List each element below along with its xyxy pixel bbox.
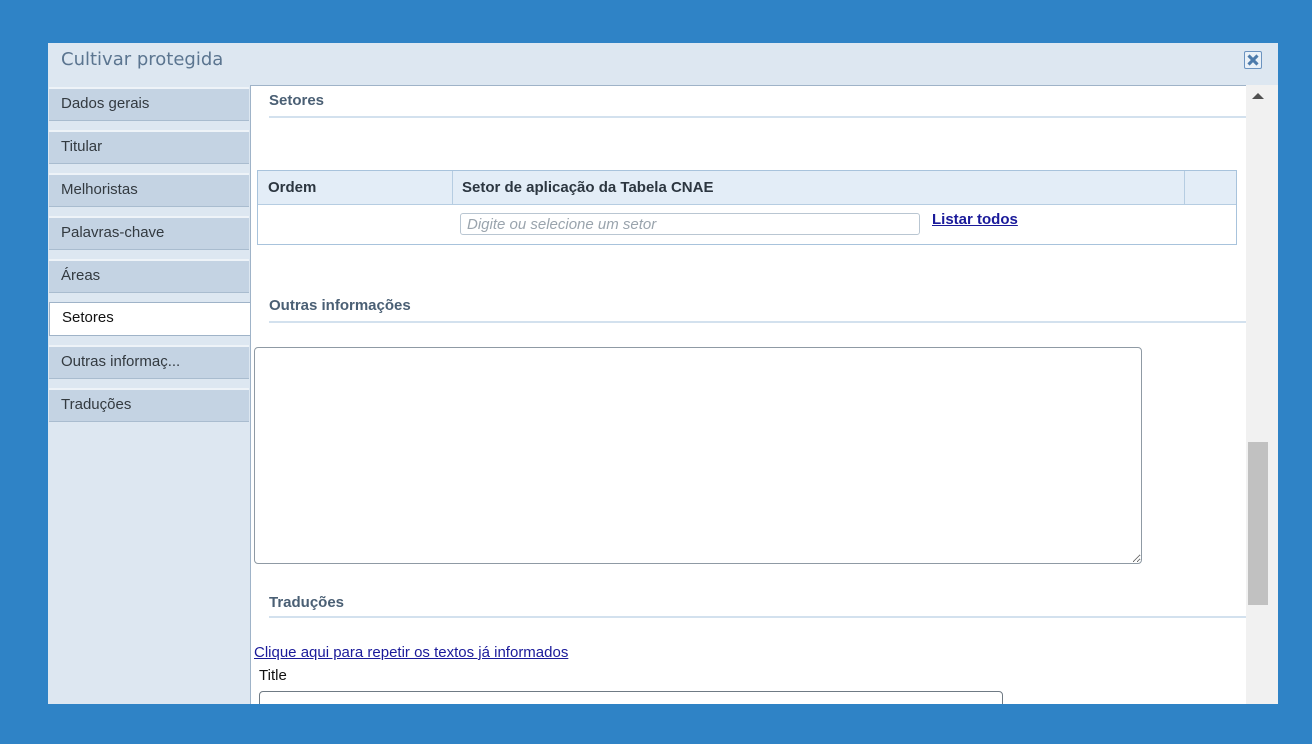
sector-search-input[interactable] bbox=[460, 213, 920, 235]
section-heading-setores: Setores bbox=[269, 92, 325, 109]
sectors-table-header: Ordem Setor de aplicação da Tabela CNAE bbox=[258, 171, 1236, 205]
scrollbar-thumb[interactable] bbox=[1248, 442, 1268, 605]
outras-informacoes-textarea[interactable] bbox=[254, 347, 1142, 564]
scroll-up-arrow-icon[interactable] bbox=[1246, 89, 1278, 105]
section-divider bbox=[269, 616, 1246, 618]
title-input[interactable] bbox=[259, 691, 1003, 704]
close-icon bbox=[1247, 54, 1259, 66]
section-divider bbox=[269, 116, 1246, 118]
sidebar-item-setores[interactable]: Setores bbox=[49, 302, 251, 336]
sidebar-item-outras-informacoes[interactable]: Outras informaç... bbox=[49, 345, 249, 379]
section-heading-outras-informacoes: Outras informações bbox=[269, 297, 411, 314]
vertical-scrollbar[interactable] bbox=[1246, 85, 1278, 704]
sidebar-item-titular[interactable]: Titular bbox=[49, 130, 249, 164]
repeat-texts-link[interactable]: Clique aqui para repetir os textos já in… bbox=[254, 644, 568, 661]
dialog-title: Cultivar protegida bbox=[61, 49, 224, 70]
section-divider bbox=[269, 321, 1246, 323]
dialog: Cultivar protegida Dados gerais Titular … bbox=[48, 43, 1278, 704]
close-button[interactable] bbox=[1244, 51, 1262, 69]
column-header-ordem: Ordem bbox=[268, 179, 317, 196]
content-panel: Setores Ordem Setor de aplicação da Tabe… bbox=[250, 85, 1246, 704]
sidebar-item-palavras-chave[interactable]: Palavras-chave bbox=[49, 216, 249, 250]
sidebar-item-traducoes[interactable]: Traduções bbox=[49, 388, 249, 422]
list-all-link[interactable]: Listar todos bbox=[932, 211, 1018, 228]
section-heading-traducoes: Traduções bbox=[269, 594, 345, 611]
column-header-actions bbox=[1184, 171, 1236, 204]
dialog-titlebar: Cultivar protegida bbox=[48, 43, 1278, 85]
column-header-setor: Setor de aplicação da Tabela CNAE bbox=[462, 179, 714, 196]
sectors-table: Ordem Setor de aplicação da Tabela CNAE … bbox=[257, 170, 1237, 245]
sidebar-item-melhoristas[interactable]: Melhoristas bbox=[49, 173, 249, 207]
sidebar-item-areas[interactable]: Áreas bbox=[49, 259, 249, 293]
title-label: Title bbox=[259, 667, 287, 684]
sidebar: Dados gerais Titular Melhoristas Palavra… bbox=[48, 85, 251, 704]
sidebar-item-dados-gerais[interactable]: Dados gerais bbox=[49, 87, 249, 121]
